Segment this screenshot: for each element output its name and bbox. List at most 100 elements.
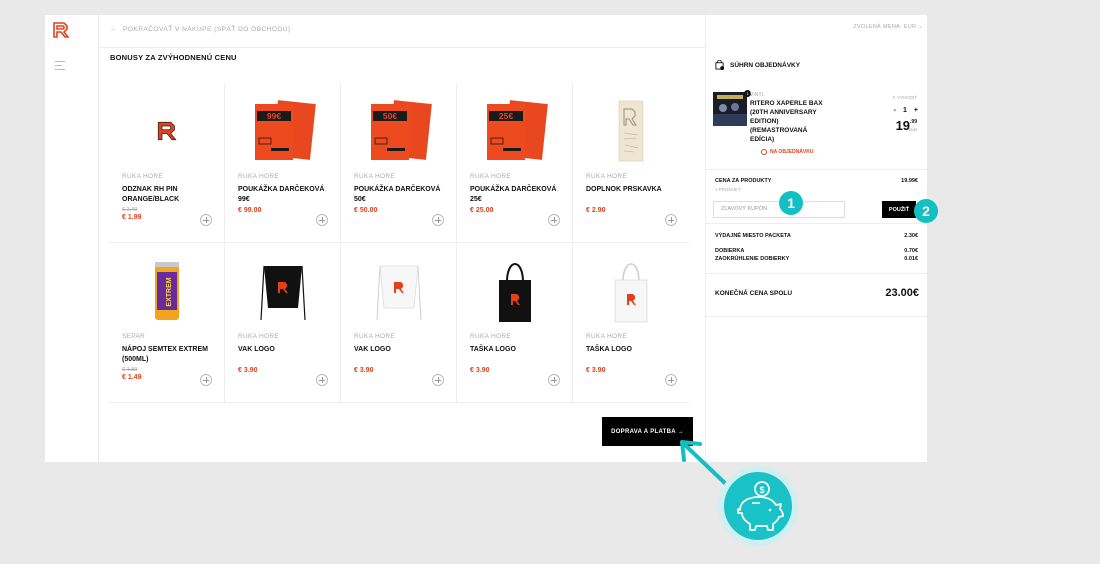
product-price: € 3.90 [238,367,258,374]
product-card[interactable]: RUKA HORE TAŠKA LOGO € 3.90 [457,243,573,403]
product-price: € 25.00 [470,207,494,214]
product-price: € 3.90 [354,367,374,374]
item-name[interactable]: RITERO XAPERLE BAX (20TH ANNIVERSARY EDI… [750,99,826,144]
product-price: € 1.99 [122,214,142,221]
cod-rounding-value: 0.01€ [904,256,918,262]
shipping-label: VÝDAJNÉ MIESTO PACKETA [715,233,791,239]
arrow-left-icon: ← [110,26,117,33]
currency-value: EUR [903,24,917,30]
product-card[interactable]: 25€ RUKA HORE POUKÁŽKA DARČEKOVÁ 25€ € 2… [457,83,573,243]
product-card[interactable]: EXTREM SEPAR NÁPOJ SEMTEX EXTREM (500ML)… [109,243,225,403]
drink-can-image: EXTREM [155,262,179,320]
sparkler-package-image [618,100,644,162]
divider [706,273,927,274]
ruka-hore-logo[interactable] [53,22,69,38]
drawstring-bag-white-image [376,265,422,321]
divider [706,223,927,224]
quantity-stepper: - 1 + [894,107,918,114]
product-image: 50€ [351,91,447,171]
piggy-bank-icon: $ [724,472,792,540]
product-name[interactable]: TAŠKA LOGO [470,345,560,355]
product-old-price: € 2.49 [122,207,138,213]
savings-badge: $ [718,466,798,546]
product-card[interactable]: 99€ RUKA HORE POUKÁŽKA DARČEKOVÁ 99€ € 9… [225,83,341,243]
product-image [583,251,679,331]
remove-item-label: VYHODIŤ [896,95,917,100]
product-name[interactable]: VAK LOGO [354,345,444,355]
add-to-cart-icon[interactable] [200,214,212,226]
product-name[interactable]: POUKÁŽKA DARČEKOVÁ 99€ [238,185,328,204]
item-price-currency: EUR [908,127,917,132]
add-to-cart-icon[interactable] [548,214,560,226]
continue-shopping-label: POKRAČOVAŤ V NÁKUPE (SPÄŤ DO OBCHODU) [123,26,291,33]
bonus-section-title: BONUSY ZA ZVÝHODNENÚ CENU [110,53,237,62]
callout-1: 1 [779,191,803,215]
product-card[interactable]: RUKA HORE VAK LOGO € 3.90 [341,243,457,403]
product-name[interactable]: POUKÁŽKA DARČEKOVÁ 50€ [354,185,444,204]
cod-rounding-label: ZAOKRÚHLENIE DOBIERKY [715,256,790,262]
voucher-value: 99€ [267,111,281,121]
left-rail [45,15,99,462]
product-price: € 3.90 [470,367,490,374]
order-status-label: NA OBJEDNÁVKU [770,149,814,155]
increase-qty-button[interactable]: + [914,107,918,114]
product-price: € 1.49 [122,374,142,381]
add-to-cart-icon[interactable] [432,214,444,226]
cod-value: 0.70€ [904,248,918,254]
shopping-bag-icon [715,60,724,70]
product-price: € 2.90 [586,207,606,214]
product-card[interactable]: RUKA HORE DOPLNOK PRSKAVKA € 2.90 [573,83,689,243]
product-brand: RUKA HORE [354,333,395,340]
order-status: NA OBJEDNÁVKU [761,149,813,155]
product-brand: RUKA HORE [354,173,395,180]
product-price: € 3.90 [586,367,606,374]
add-to-cart-icon[interactable] [316,374,328,386]
product-name[interactable]: DOPLNOK PRSKAVKA [586,185,676,195]
product-card[interactable]: RUKA HORE TAŠKA LOGO € 3.90 [573,243,689,403]
product-name[interactable]: POUKÁŽKA DARČEKOVÁ 25€ [470,185,560,204]
product-name[interactable]: VAK LOGO [238,345,328,355]
product-brand: RUKA HORE [238,173,279,180]
quantity-value: 1 [903,107,907,114]
remove-item-button[interactable]: ✕ VYHODIŤ [892,95,917,101]
add-to-cart-icon[interactable] [200,374,212,386]
product-card[interactable]: RUKA HORE VAK LOGO € 3.90 [225,243,341,403]
menu-icon[interactable] [55,61,65,71]
product-image: 99€ [235,91,331,171]
product-card[interactable]: RUKA HORE ODZNAK RH PIN ORANGE/BLACK € 2… [109,83,225,243]
item-type: VINYL [750,92,765,98]
add-to-cart-icon[interactable] [548,374,560,386]
voucher-value: 25€ [499,111,513,121]
add-to-cart-icon[interactable] [316,214,328,226]
product-brand: RUKA HORE [470,173,511,180]
add-to-cart-icon[interactable] [432,374,444,386]
main-panel: ← POKRAČOVAŤ V NÁKUPE (SPÄŤ DO OBCHODU) B… [99,15,705,462]
add-to-cart-icon[interactable] [665,214,677,226]
continue-shopping-link[interactable]: ← POKRAČOVAŤ V NÁKUPE (SPÄŤ DO OBCHODU) [110,26,291,33]
decrease-qty-button[interactable]: - [894,107,896,114]
voucher-value: 50€ [383,111,397,121]
currency-selector[interactable]: ZVOLENÁ MENA: EUR ⌄ [853,24,923,30]
product-brand: RUKA HORE [238,333,279,340]
product-brand: RUKA HORE [470,333,511,340]
album-cover-image[interactable] [713,92,747,126]
apply-coupon-button[interactable]: POUŽIŤ [882,201,916,218]
total-value: 23.00€ [885,287,919,299]
product-name[interactable]: NÁPOJ SEMTEX EXTREM (500ML) [122,345,212,364]
chevron-down-icon: ⌄ [918,24,923,30]
tote-bag-black-image [499,263,531,322]
total-row: KONEČNÁ CENA SPOLU 23.00€ [715,287,919,299]
product-card[interactable]: 50€ RUKA HORE POUKÁŽKA DARČEKOVÁ 50€ € 5… [341,83,457,243]
product-name[interactable]: ODZNAK RH PIN ORANGE/BLACK [122,185,212,204]
product-brand: RUKA HORE [122,173,163,180]
svg-text:$: $ [759,485,764,495]
shipping-value: 2.30€ [904,233,918,239]
product-image [235,251,331,331]
product-brand: RUKA HORE [586,333,627,340]
divider [706,169,927,170]
product-old-price: € 1.89 [122,367,138,373]
divider [99,47,705,48]
product-price: € 99.00 [238,207,262,214]
add-to-cart-icon[interactable] [665,374,677,386]
product-name[interactable]: TAŠKA LOGO [586,345,676,355]
